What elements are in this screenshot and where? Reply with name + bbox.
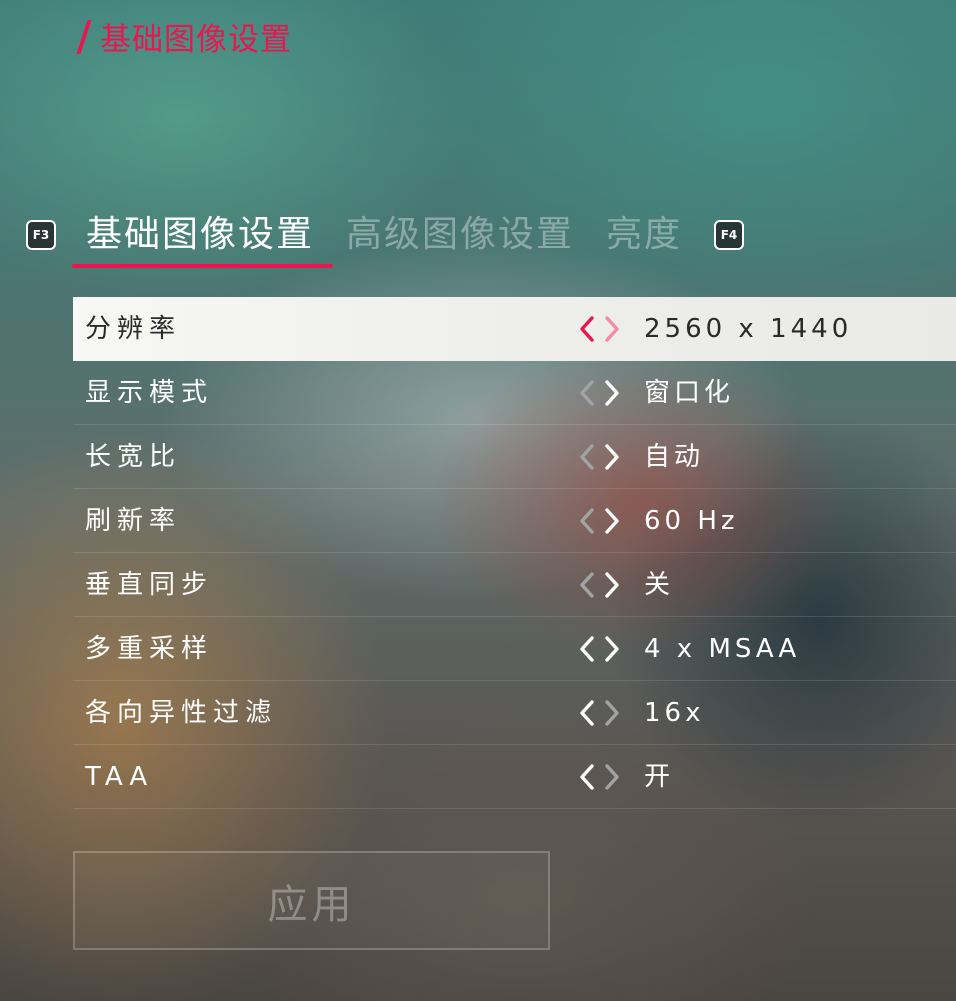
graphics-settings-screen: 基础图像设置 F3 基础图像设置 高级图像设置 亮度 F4 分辨率 2560 x … [0,0,956,1001]
active-tab-underline [72,264,333,268]
setting-value: 16x [644,698,705,728]
setting-value: 自动 [644,442,705,472]
chevron-right-icon[interactable] [605,444,619,470]
f3-key-icon[interactable]: F3 [26,220,56,250]
chevron-right-icon[interactable] [605,508,619,534]
settings-row[interactable]: 刷新率 60 Hz [73,489,956,553]
page-title: 基础图像设置 [76,14,292,59]
apply-button[interactable]: 应用 [73,851,550,950]
setting-label: 显示模式 [85,378,214,408]
chevron-left-icon[interactable] [580,636,594,662]
settings-tabs: F3 基础图像设置 高级图像设置 亮度 F4 [0,208,956,270]
setting-label: TAA [85,762,154,792]
chevron-left-icon[interactable] [580,764,594,790]
chevron-right-icon[interactable] [605,572,619,598]
tab-basic-graphics[interactable]: 基础图像设置 [86,210,314,260]
setting-value: 60 Hz [644,506,739,536]
tab-brightness[interactable]: 亮度 [606,210,682,260]
setting-value: 窗口化 [644,378,735,408]
chevron-left-icon[interactable] [580,700,594,726]
settings-row[interactable]: 分辨率 2560 x 1440 [73,297,956,361]
f4-key-icon[interactable]: F4 [714,220,744,250]
chevron-right-icon[interactable] [605,700,619,726]
value-arrows [579,635,621,663]
setting-value: 关 [644,570,675,600]
value-arrows [579,443,621,471]
settings-row[interactable]: 长宽比 自动 [73,425,956,489]
value-arrows [579,315,621,343]
setting-label: 刷新率 [85,506,182,536]
settings-list: 分辨率 2560 x 1440 显示模式 窗口化 长宽比 自动 刷新率 60 Hz 垂直同步关多… [73,297,956,809]
settings-row[interactable]: 垂直同步 关 [73,553,956,617]
setting-label: 长宽比 [85,442,182,472]
value-arrows [579,571,621,599]
chevron-left-icon[interactable] [580,444,594,470]
settings-row[interactable]: 多重采样 4 x MSAA [73,617,956,681]
chevron-right-icon[interactable] [605,764,619,790]
value-arrows [579,507,621,535]
setting-label: 垂直同步 [85,570,214,600]
value-arrows [579,699,621,727]
settings-row[interactable]: 显示模式 窗口化 [73,361,956,425]
chevron-right-icon[interactable] [605,380,619,406]
value-arrows [579,763,621,791]
settings-row[interactable]: 各向异性过滤 16x [73,681,956,745]
chevron-left-icon[interactable] [580,380,594,406]
tab-advanced-graphics[interactable]: 高级图像设置 [346,210,574,260]
setting-value: 开 [644,762,675,792]
setting-value: 2560 x 1440 [644,314,853,344]
setting-label: 分辨率 [85,314,182,344]
chevron-right-icon[interactable] [605,636,619,662]
setting-value: 4 x MSAA [644,634,801,664]
chevron-left-icon[interactable] [580,316,594,342]
page-title-text: 基础图像设置 [100,22,292,58]
value-arrows [579,379,621,407]
chevron-left-icon[interactable] [580,508,594,534]
setting-label: 多重采样 [85,634,214,664]
chevron-right-icon[interactable] [605,316,619,342]
setting-label: 各向异性过滤 [85,698,278,728]
settings-row[interactable]: TAA 开 [73,745,956,809]
chevron-left-icon[interactable] [580,572,594,598]
